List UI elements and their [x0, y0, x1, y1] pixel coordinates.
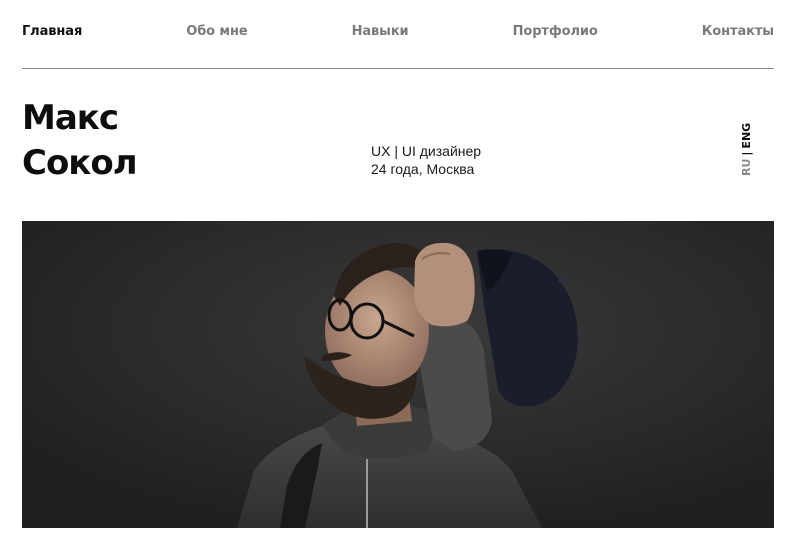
- language-switcher: RU | ENG: [740, 123, 754, 176]
- profile-info: UX | UI дизайнер 24 года, Москва: [371, 142, 481, 178]
- portrait-image: [22, 221, 774, 528]
- first-name: Макс: [22, 98, 119, 138]
- nav-link-home[interactable]: Главная: [22, 24, 82, 39]
- lang-separator: |: [740, 151, 753, 156]
- hero-photo: [22, 221, 774, 528]
- nav-link-skills[interactable]: Навыки: [352, 24, 409, 39]
- person-name: Макс Сокол: [22, 96, 138, 186]
- lang-eng[interactable]: ENG: [740, 123, 753, 149]
- job-title: UX | UI дизайнер: [371, 143, 482, 159]
- nav-link-about[interactable]: Обо мне: [186, 24, 247, 39]
- nav-link-contacts[interactable]: Контакты: [702, 24, 774, 39]
- nav-link-portfolio[interactable]: Портфолио: [513, 24, 598, 39]
- age-location: 24 года, Москва: [371, 161, 475, 177]
- main-nav: Главная Обо мне Навыки Портфолио Контакт…: [22, 0, 774, 69]
- last-name: Сокол: [22, 143, 138, 183]
- lang-ru[interactable]: RU: [740, 159, 753, 176]
